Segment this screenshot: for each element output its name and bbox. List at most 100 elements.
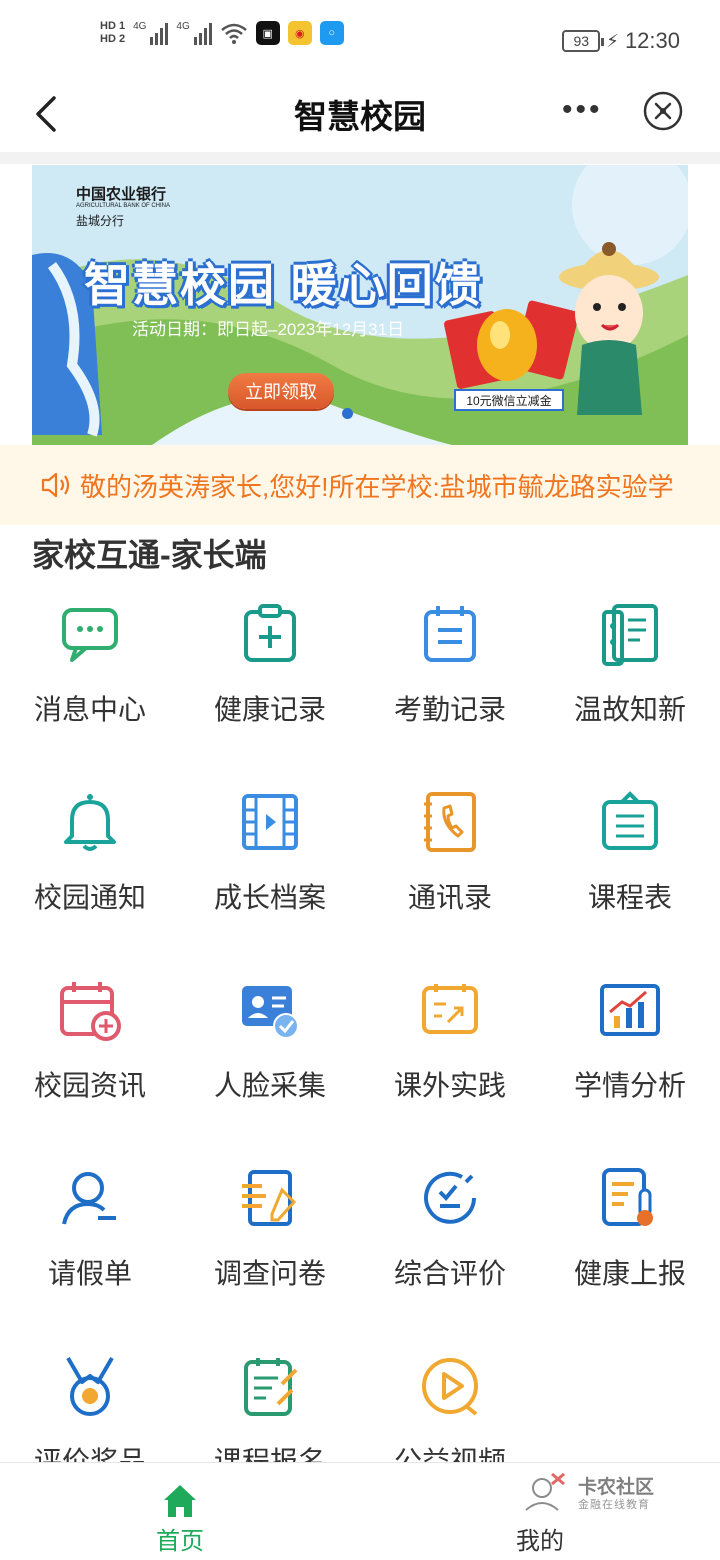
grid-item-label: 校园通知 [33, 882, 146, 913]
nav-divider [0, 152, 720, 164]
grid-item-label: 通讯录 [407, 882, 492, 913]
grid-item[interactable]: 健康记录 [180, 590, 360, 740]
bank-english-name: AGRICULTURAL BANK OF CHINA [76, 203, 171, 209]
grid-item[interactable]: 校园资讯 [0, 966, 180, 1116]
grid-item[interactable]: 课外实践 [360, 966, 540, 1116]
watermark-subtitle: 金融在线教育 [578, 1499, 650, 1511]
leave-user-icon [62, 1172, 116, 1225]
grid-item[interactable]: 请假单 [0, 1154, 180, 1304]
bank-branch: 盐城分行 [76, 214, 125, 228]
evaluation-icon [424, 1171, 476, 1224]
practice-icon [422, 984, 478, 1034]
feature-grid-viewport: 消息中心 健康记录 考勤记录 温故知新校园通知 成长档案 通讯录 课程表校园资讯 人脸采集 课外… [0, 590, 720, 1462]
grid-item[interactable]: 通讯录 [360, 778, 540, 928]
grid-item-label: 温故知新 [573, 694, 686, 725]
grid-item[interactable]: 温故知新 [540, 590, 720, 740]
page-title: 智慧校园 [294, 98, 426, 135]
course-signup-icon [244, 1358, 298, 1416]
promo-banner[interactable]: 中国农业银行 AGRICULTURAL BANK OF CHINA 盐城分行 智… [32, 165, 688, 445]
watermark: 卡农社区 金融在线教育 [522, 1470, 682, 1514]
close-miniapp-icon[interactable] [642, 90, 684, 132]
survey-icon [242, 1170, 297, 1226]
health-record-icon [244, 604, 296, 662]
battery-level: 93 [573, 33, 590, 49]
search-app-icon: ○ [319, 21, 344, 45]
signal-2-icon: 4G [176, 21, 212, 45]
grid-item-label: 请假单 [47, 1258, 132, 1289]
analysis-chart-icon [600, 984, 660, 1036]
status-right: 93 ⚡ 12:30 [562, 28, 680, 54]
film-icon [242, 794, 298, 850]
signal-1-icon: 4G [133, 21, 169, 45]
grid-item-label: 学情分析 [573, 1070, 686, 1101]
grid-item[interactable]: 消息中心 [0, 590, 180, 740]
wifi-icon [220, 23, 247, 44]
speaker-icon [41, 472, 70, 498]
app-notification-icon: ▣ [255, 21, 280, 45]
status-left: HD 1 HD 2 4G 4G ▣ ◉ ○ [100, 20, 344, 46]
status-bar: HD 1 HD 2 4G 4G ▣ ◉ ○ 93 ⚡ 12:30 [0, 0, 720, 80]
contacts-icon [424, 792, 476, 852]
coupon-tag: 10元微信立减金 [454, 389, 564, 411]
grid-item-label: 健康上报 [573, 1258, 686, 1289]
grid-item-label: 人脸采集 [213, 1070, 326, 1101]
grid-item-label: 综合评价 [393, 1258, 506, 1289]
signal-2-label: 4G [176, 21, 190, 32]
grid-item-label: 成长档案 [213, 882, 326, 913]
grid-item[interactable]: 校园通知 [0, 778, 180, 928]
calendar-add-icon [60, 982, 121, 1041]
tab-mine-label: 我的 [516, 1528, 564, 1555]
signal-1-label: 4G [133, 21, 147, 32]
home-icon [164, 1485, 196, 1517]
notice-text: 敬的汤英涛家长,您好!所在学校:盐城市毓龙路实验学 [80, 472, 674, 502]
grid-item[interactable]: 评价奖品 [0, 1342, 180, 1462]
bell-icon [64, 794, 116, 851]
grid-item[interactable]: 人脸采集 [180, 966, 360, 1116]
grid-item[interactable]: 考勤记录 [360, 590, 540, 740]
claim-button[interactable]: 立即领取 [228, 373, 334, 409]
banner-headline: 智慧校园 暖心回馈 [84, 259, 483, 311]
hd1-label: HD 1 [100, 20, 126, 32]
watermark-title: 卡农社区 [578, 1477, 655, 1498]
more-icon[interactable]: ••• [562, 95, 603, 125]
grid-item-label: 健康记录 [213, 694, 326, 725]
grid-item[interactable]: 综合评价 [360, 1154, 540, 1304]
banner-date: 活动日期：即日起–2023年12月31日 [132, 320, 405, 339]
battery-icon: 93 [562, 30, 605, 52]
grid-item-label: 考勤记录 [393, 694, 506, 725]
schedule-icon [602, 791, 658, 850]
tab-home[interactable]: 首页 [0, 1463, 360, 1560]
grid-item-label: 课程报名 [213, 1446, 326, 1462]
attendance-icon [424, 606, 476, 662]
face-id-icon [242, 986, 299, 1039]
grid-item-label: 消息中心 [33, 694, 146, 725]
hd2-label: HD 2 [100, 33, 126, 45]
grid-item-label: 评价奖品 [33, 1446, 146, 1462]
grid-item[interactable]: 课程表 [540, 778, 720, 928]
grid-item-label: 课外实践 [393, 1070, 506, 1101]
bank-name: 中国农业银行 [76, 187, 167, 203]
watermark-logo-icon [525, 1472, 565, 1511]
video-play-icon [422, 1358, 478, 1416]
nav-bar: 智慧校园 ••• [0, 80, 720, 152]
charging-icon: ⚡ [606, 30, 619, 51]
grid-item[interactable]: 学情分析 [540, 966, 720, 1116]
grid-item-label: 公益视频 [393, 1446, 506, 1462]
hd-indicators: HD 1 HD 2 [100, 20, 125, 46]
carousel-indicator[interactable] [342, 408, 353, 419]
tab-home-label: 首页 [156, 1528, 204, 1555]
notice-bar[interactable]: 敬的汤英涛家长,您好!所在学校:盐城市毓龙路实验学 [0, 445, 720, 525]
grid-item[interactable]: 成长档案 [180, 778, 360, 928]
grid-item-label: 校园资讯 [33, 1070, 146, 1101]
grid-item[interactable]: 公益视频 [360, 1342, 540, 1462]
grid-item[interactable]: 课程报名 [180, 1342, 360, 1462]
notebook-icon [602, 604, 658, 666]
weibo-icon: ◉ [287, 21, 312, 45]
message-icon [62, 608, 118, 662]
section-title: 家校互通-家长端 [32, 537, 267, 573]
grid-item[interactable]: 健康上报 [540, 1154, 720, 1304]
health-report-icon [602, 1168, 653, 1226]
medal-icon [66, 1356, 114, 1416]
grid-item[interactable]: 调查问卷 [180, 1154, 360, 1304]
grid-item-label: 调查问卷 [213, 1258, 326, 1289]
